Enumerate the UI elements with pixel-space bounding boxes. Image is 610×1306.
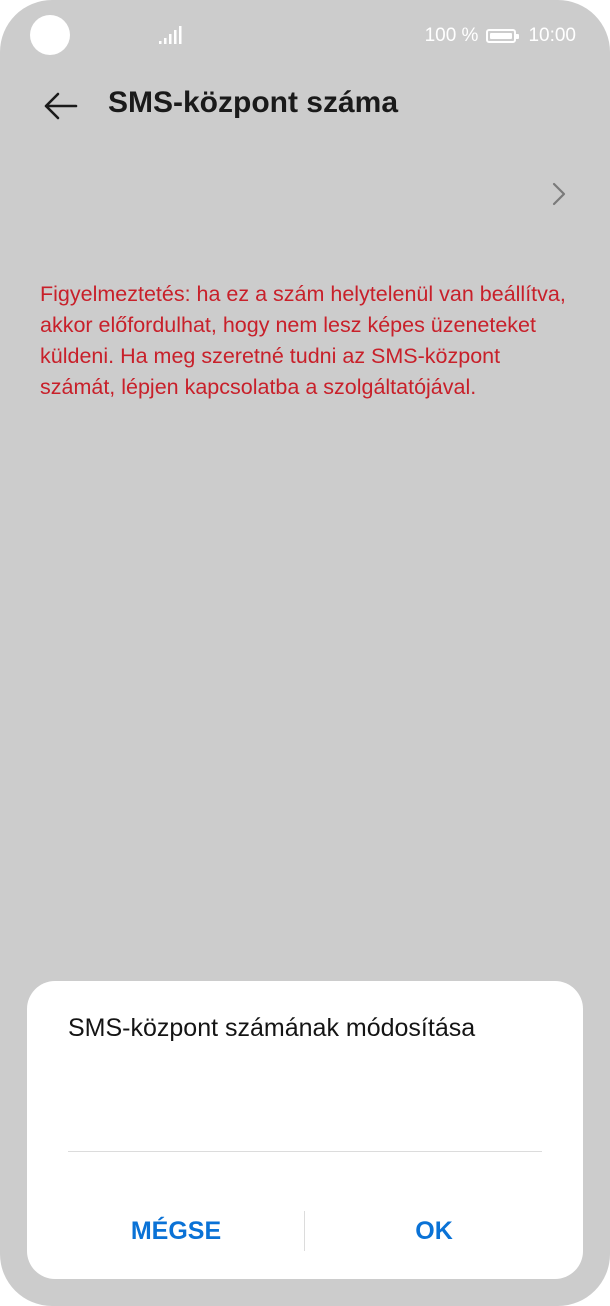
sms-center-number-input[interactable] xyxy=(68,1071,542,1152)
phone-screen: 100 % 10:00 SMS-központ száma Figyelmezt… xyxy=(0,0,610,1306)
chevron-right-icon xyxy=(552,182,566,206)
cancel-button[interactable]: MÉGSE xyxy=(76,1206,276,1256)
sms-center-row[interactable] xyxy=(545,178,573,210)
back-button[interactable] xyxy=(36,82,84,130)
edit-sms-center-dialog: SMS-központ számának módosítása MÉGSE OK xyxy=(27,981,583,1279)
warning-text: Figyelmeztetés: ha ez a szám helytelenül… xyxy=(40,282,566,399)
arrow-left-icon xyxy=(44,92,78,120)
signal-icon xyxy=(159,26,182,44)
dialog-title: SMS-központ számának módosítása xyxy=(68,1014,476,1042)
button-divider xyxy=(304,1211,305,1251)
status-bar-right: 100 % 10:00 xyxy=(425,24,576,48)
battery-icon xyxy=(486,29,520,43)
ok-button[interactable]: OK xyxy=(334,1206,534,1256)
battery-percentage: 100 % xyxy=(424,25,479,46)
front-camera xyxy=(30,15,70,55)
clock: 10:00 xyxy=(528,25,576,46)
page-title: SMS-központ száma xyxy=(108,86,399,119)
